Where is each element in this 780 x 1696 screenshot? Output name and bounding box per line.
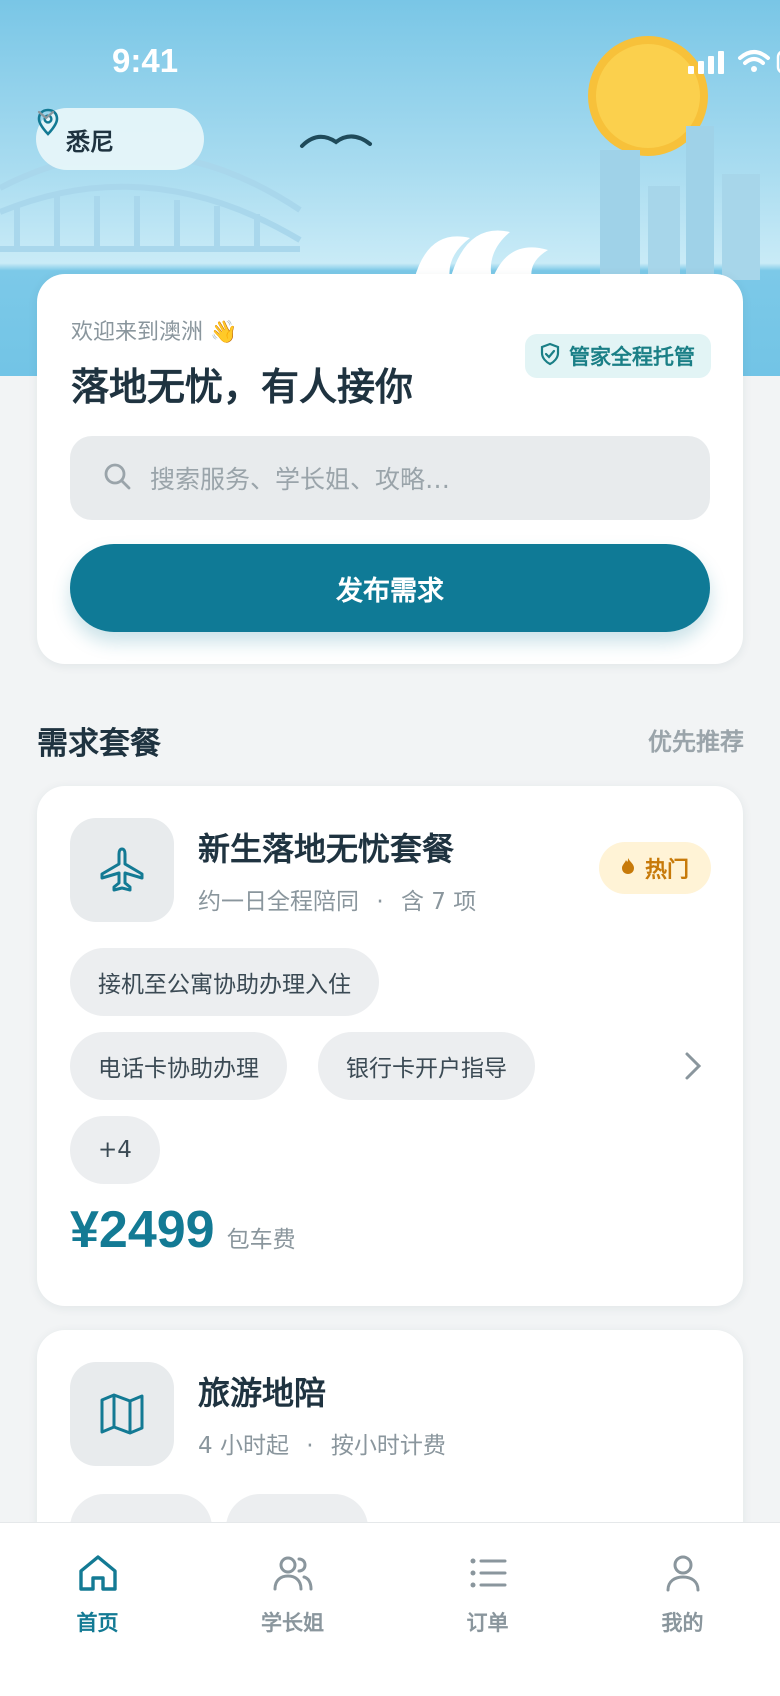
publish-request-button[interactable]: 发布需求	[70, 544, 710, 632]
package-name: 新生落地无忧套餐	[198, 830, 455, 868]
tab-seniors[interactable]: 学长姐	[195, 1523, 390, 1696]
section-title: 需求套餐	[37, 726, 161, 762]
status-time: 9:41	[112, 42, 179, 79]
package-meta: 约一日全程陪同 · 含 7 项	[198, 882, 476, 916]
package-duration: 4 小时起	[198, 1433, 289, 1459]
service-tag: 电话卡协助办理	[70, 1032, 287, 1100]
package-card[interactable]: 新生落地无忧套餐 约一日全程陪同 · 含 7 项 热门 接机至公寓协助办理入住 …	[37, 786, 743, 1306]
airplane-icon	[70, 818, 174, 922]
location-selector[interactable]: 悉尼	[36, 108, 204, 170]
package-price: ¥2499 包车费	[70, 1200, 296, 1260]
price-amount: ¥2499	[70, 1201, 215, 1259]
separator-dot: ·	[376, 889, 384, 915]
shield-check-icon	[539, 342, 561, 371]
user-icon	[662, 1553, 704, 1597]
home-icon	[77, 1553, 119, 1597]
package-duration: 约一日全程陪同	[198, 889, 359, 915]
search-icon	[102, 461, 132, 495]
welcome-subtitle: 欢迎来到澳洲 👋	[71, 320, 238, 345]
package-billing: 按小时计费	[330, 1433, 446, 1459]
price-unit: 包车费	[226, 1227, 296, 1253]
tab-orders[interactable]: 订单	[390, 1523, 585, 1696]
priority-recommend-link[interactable]: 优先推荐	[648, 722, 744, 757]
tab-label: 我的	[661, 1611, 704, 1635]
welcome-card: 欢迎来到澳洲 👋 落地无忧，有人接你 管家全程托管 搜索服务、学长姐、攻略… 发…	[37, 274, 743, 664]
tab-home[interactable]: 首页	[0, 1523, 195, 1696]
service-tag: 接机至公寓协助办理入住	[70, 948, 379, 1016]
hot-badge-label: 热门	[644, 858, 689, 883]
managed-badge-label: 管家全程托管	[569, 345, 695, 369]
package-name: 旅游地陪	[198, 1374, 327, 1412]
package-item-count: 含 7 项	[400, 889, 477, 915]
search-input[interactable]: 搜索服务、学长姐、攻略…	[70, 436, 710, 520]
tab-label: 订单	[466, 1611, 509, 1635]
users-icon	[272, 1553, 314, 1597]
managed-badge: 管家全程托管	[525, 334, 711, 378]
more-tags-count: +4	[70, 1116, 160, 1184]
welcome-title: 落地无忧，有人接你	[71, 365, 414, 409]
search-placeholder: 搜索服务、学长姐、攻略…	[150, 465, 451, 494]
tab-label: 首页	[76, 1611, 119, 1635]
tab-profile[interactable]: 我的	[585, 1523, 780, 1696]
flame-icon	[621, 856, 635, 881]
hot-badge: 热门	[598, 842, 711, 894]
map-icon	[70, 1362, 174, 1466]
list-icon	[467, 1553, 509, 1597]
bottom-tab-bar: 首页 学长姐 订单 我的	[0, 1522, 780, 1696]
signal-icon	[688, 66, 694, 74]
chevron-right-icon[interactable]	[683, 1050, 703, 1086]
package-meta: 4 小时起 · 按小时计费	[198, 1426, 446, 1460]
separator-dot: ·	[306, 1433, 314, 1459]
service-tag: 银行卡开户指导	[318, 1032, 535, 1100]
current-city: 悉尼	[66, 127, 114, 156]
tab-label: 学长姐	[261, 1611, 324, 1635]
